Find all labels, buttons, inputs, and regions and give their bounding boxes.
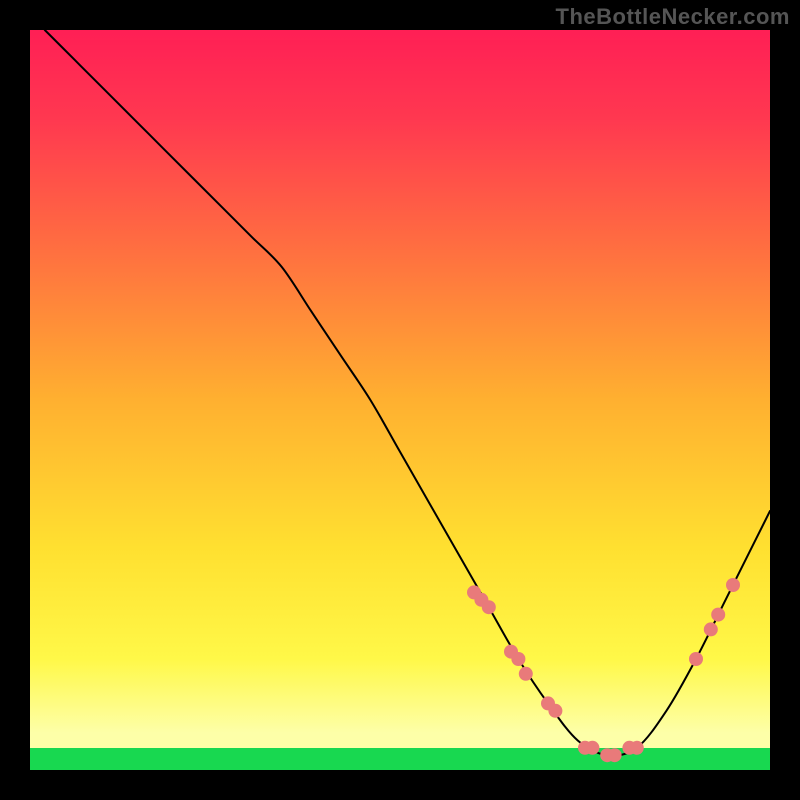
data-point-marker	[711, 608, 725, 622]
data-point-marker	[630, 741, 644, 755]
data-point-marker	[689, 652, 703, 666]
data-point-marker	[608, 748, 622, 762]
data-point-marker	[704, 622, 718, 636]
data-point-marker	[482, 600, 496, 614]
data-point-marker	[726, 578, 740, 592]
plot-area	[30, 30, 770, 770]
data-point-marker	[548, 704, 562, 718]
data-point-marker	[519, 667, 533, 681]
data-point-marker	[511, 652, 525, 666]
data-point-marker	[585, 741, 599, 755]
plot-svg	[30, 30, 770, 770]
attribution-label: TheBottleNecker.com	[556, 4, 790, 30]
gradient-background	[30, 30, 770, 770]
chart-frame: TheBottleNecker.com	[0, 0, 800, 800]
